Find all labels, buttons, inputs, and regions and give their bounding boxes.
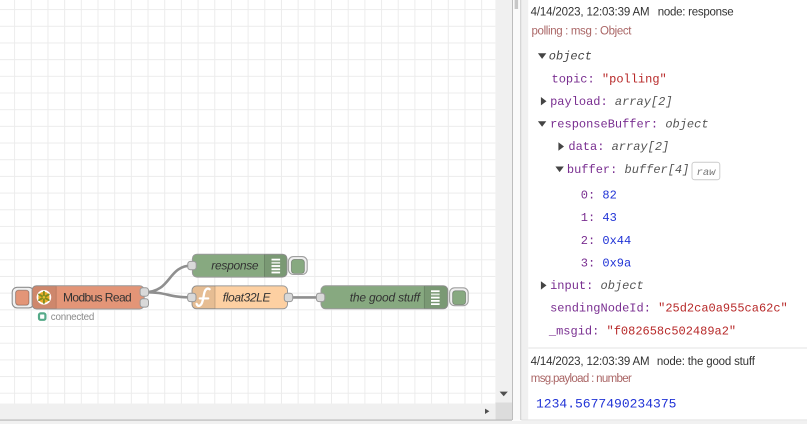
svg-text:object: object — [549, 50, 592, 64]
svg-text:float32LE: float32LE — [223, 291, 272, 305]
svg-text:response: response — [211, 259, 259, 273]
svg-text:connected: connected — [51, 312, 95, 323]
svg-text:node: the good stuff: node: the good stuff — [657, 356, 756, 368]
svg-text:1234.5677490234375: 1234.5677490234375 — [536, 397, 676, 412]
svg-text:the good stuff: the good stuff — [350, 291, 422, 305]
svg-text:4/14/2023, 12:03:39 AM: 4/14/2023, 12:03:39 AM — [531, 356, 650, 368]
svg-text:_msgid: "f082658c502489a2": _msgid: "f082658c502489a2" — [548, 324, 736, 338]
svg-text:msg.payload : number: msg.payload : number — [531, 373, 632, 385]
svg-text:input: object: input: object — [550, 279, 644, 293]
svg-text:sendingNodeId: "25d2ca0a955ca6: sendingNodeId: "25d2ca0a955ca62c" — [550, 302, 788, 316]
svg-text:0: 82: 0: 82 — [581, 189, 617, 203]
svg-text:4/14/2023, 12:03:39 AM: 4/14/2023, 12:03:39 AM — [531, 7, 650, 19]
svg-text:polling : msg : Object: polling : msg : Object — [532, 26, 633, 38]
svg-text:3: 0x9a: 3: 0x9a — [581, 256, 631, 270]
svg-text:1: 43: 1: 43 — [581, 211, 617, 225]
svg-text:responseBuffer: object: responseBuffer: object — [550, 118, 708, 132]
svg-text:buffer: buffer[4]: buffer: buffer[4] — [567, 163, 689, 177]
svg-text:payload: array[2]: payload: array[2] — [550, 95, 672, 109]
svg-text:data: array[2]: data: array[2] — [568, 140, 669, 154]
svg-text:raw: raw — [697, 167, 717, 179]
svg-text:topic: "polling": topic: "polling" — [552, 72, 667, 86]
svg-text:node: response: node: response — [658, 7, 734, 19]
svg-text:Modbus Read: Modbus Read — [63, 291, 132, 305]
svg-text:2: 0x44: 2: 0x44 — [581, 234, 631, 248]
